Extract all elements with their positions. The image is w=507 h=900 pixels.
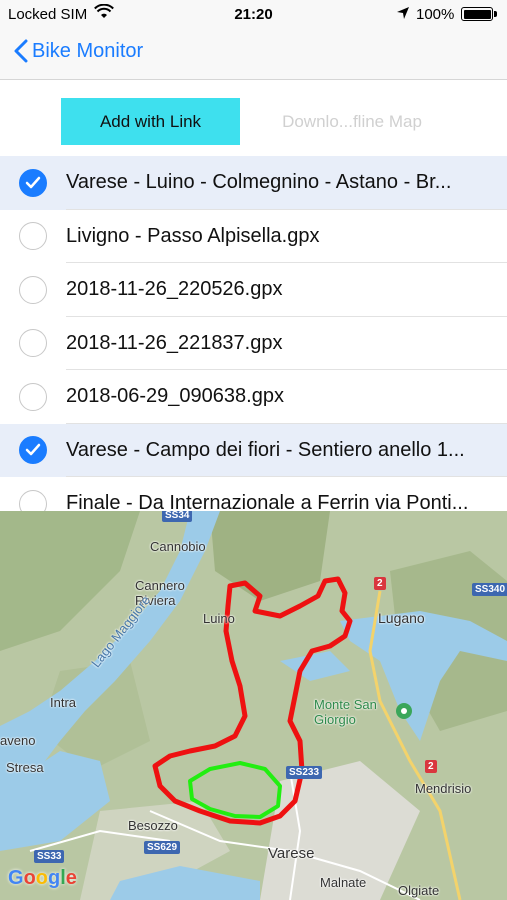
map-label-baveno: aveno bbox=[0, 733, 36, 748]
battery-icon bbox=[461, 7, 497, 21]
map-label-luino: Luino bbox=[203, 611, 235, 626]
checkmark-circle-icon[interactable] bbox=[19, 168, 47, 197]
map-label-monte-san-giorgio: Monte San Giorgio bbox=[314, 697, 377, 727]
navigation-bar: Bike Monitor bbox=[0, 28, 507, 80]
track-row[interactable]: 2018-11-26_220526.gpx bbox=[0, 263, 507, 317]
track-row[interactable]: Varese - Campo dei fiori - Sentiero anel… bbox=[0, 423, 507, 477]
back-button[interactable]: Bike Monitor bbox=[14, 39, 143, 63]
status-bar: Locked SIM 21:20 100% bbox=[0, 0, 507, 28]
road-badge-ss34: SS34 bbox=[162, 511, 193, 522]
map-label-olgiate: Olgiate bbox=[398, 883, 440, 898]
empty-circle-icon[interactable] bbox=[19, 275, 47, 304]
map-label-intra: Intra bbox=[50, 695, 77, 710]
track-name: 2018-06-29_090638.gpx bbox=[66, 385, 284, 408]
location-arrow-icon bbox=[396, 6, 410, 24]
track-row[interactable]: Varese - Luino - Colmegnino - Astano - B… bbox=[0, 156, 507, 210]
track-row[interactable]: 2018-11-26_221837.gpx bbox=[0, 316, 507, 370]
track-row[interactable]: Livigno - Passo Alpisella.gpx bbox=[0, 209, 507, 263]
empty-circle-icon[interactable] bbox=[19, 329, 47, 358]
map-label-varese: Varese bbox=[268, 845, 315, 862]
back-button-label: Bike Monitor bbox=[32, 39, 144, 62]
road-badge-ss629: SS629 bbox=[144, 841, 181, 854]
empty-circle-icon[interactable] bbox=[19, 489, 47, 511]
track-row[interactable]: 2018-06-29_090638.gpx bbox=[0, 370, 507, 424]
road-badge-ss33: SS33 bbox=[34, 850, 65, 863]
empty-circle-icon[interactable] bbox=[19, 382, 47, 411]
track-list[interactable]: Varese - Luino - Colmegnino - Astano - B… bbox=[0, 156, 507, 511]
track-name: 2018-11-26_221837.gpx bbox=[66, 331, 283, 354]
checkmark-circle-icon[interactable] bbox=[19, 436, 47, 465]
track-name: Finale - Da Internazionale a Ferrin via … bbox=[66, 492, 469, 511]
map-canvas[interactable] bbox=[0, 511, 507, 900]
google-attribution-logo: Google bbox=[8, 867, 77, 889]
road-badge-ss233: SS233 bbox=[286, 766, 323, 779]
map-view[interactable]: Cannobio Cannero Riviera Luino Lugano La… bbox=[0, 511, 507, 900]
map-label-cannobio: Cannobio bbox=[150, 539, 206, 554]
map-label-stresa: Stresa bbox=[6, 760, 44, 775]
road-badge-2-north: 2 bbox=[374, 577, 386, 590]
map-label-besozzo: Besozzo bbox=[128, 818, 178, 833]
track-name: Varese - Campo dei fiori - Sentiero anel… bbox=[66, 438, 465, 461]
track-name: 2018-11-26_220526.gpx bbox=[66, 278, 283, 301]
map-label-mendrisio: Mendrisio bbox=[415, 781, 472, 796]
track-name: Livigno - Passo Alpisella.gpx bbox=[66, 224, 320, 247]
add-with-link-button[interactable]: Add with Link bbox=[61, 98, 240, 145]
battery-percentage: 100% bbox=[416, 6, 455, 23]
empty-circle-icon[interactable] bbox=[19, 222, 47, 251]
toolbar: Add with Link Downlo...fline Map bbox=[0, 80, 507, 156]
download-offline-map-button[interactable]: Downlo...fline Map bbox=[262, 98, 442, 145]
road-badge-2-south: 2 bbox=[425, 760, 437, 773]
road-badge-ss340: SS340 bbox=[472, 583, 507, 596]
track-row[interactable]: Finale - Da Internazionale a Ferrin via … bbox=[0, 477, 507, 511]
track-name: Varese - Luino - Colmegnino - Astano - B… bbox=[66, 171, 452, 194]
map-label-malnate: Malnate bbox=[320, 875, 367, 890]
map-label-lugano: Lugano bbox=[378, 610, 425, 626]
chevron-left-icon bbox=[14, 39, 28, 63]
